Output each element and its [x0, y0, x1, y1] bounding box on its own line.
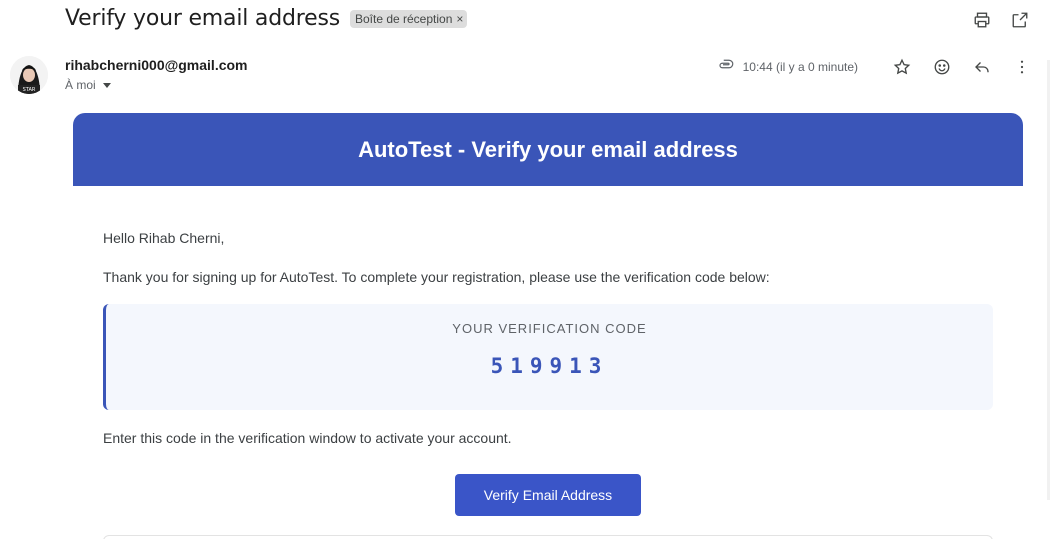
sender-avatar: STAR	[10, 56, 48, 94]
footer-divider	[103, 535, 993, 539]
paperclip-icon	[717, 55, 735, 78]
sender-address[interactable]: rihabcherni000@gmail.com	[65, 57, 248, 73]
chevron-down-icon	[102, 82, 111, 88]
recipient-dropdown[interactable]: À moi	[65, 78, 111, 92]
subject-row: Verify your email address Boîte de récep…	[65, 6, 468, 31]
banner-title: AutoTest - Verify your email address	[358, 136, 738, 162]
message-timestamp: 10:44 (il y a 0 minute)	[742, 59, 858, 74]
more-vertical-icon[interactable]	[1012, 57, 1032, 77]
svg-text:STAR: STAR	[23, 87, 36, 93]
email-body-card: AutoTest - Verify your email address	[73, 113, 1023, 186]
print-icon[interactable]	[972, 10, 992, 30]
verification-code-box: YOUR VERIFICATION CODE 519913	[103, 304, 993, 410]
instruction-text: Enter this code in the verification wind…	[103, 430, 512, 446]
message-meta: 10:44 (il y a 0 minute)	[717, 55, 1032, 78]
reply-icon[interactable]	[972, 57, 992, 77]
recipient-label: À moi	[65, 78, 96, 92]
verify-email-button[interactable]: Verify Email Address	[455, 474, 641, 516]
inbox-label-text: Boîte de réception	[354, 11, 453, 26]
intro-text: Thank you for signing up for AutoTest. T…	[103, 269, 770, 285]
top-toolbar	[972, 10, 1030, 30]
emoji-reaction-icon[interactable]	[932, 57, 952, 77]
star-icon[interactable]	[892, 57, 912, 77]
email-subject: Verify your email address	[65, 6, 340, 31]
email-header-banner: AutoTest - Verify your email address	[73, 113, 1023, 186]
inbox-label-chip[interactable]: Boîte de réception ×	[349, 9, 468, 28]
verification-code: 519913	[490, 354, 609, 378]
code-label: YOUR VERIFICATION CODE	[452, 321, 647, 336]
greeting-text: Hello Rihab Cherni,	[103, 230, 225, 246]
remove-label-button[interactable]: ×	[456, 12, 463, 26]
open-in-new-window-icon[interactable]	[1010, 10, 1030, 30]
